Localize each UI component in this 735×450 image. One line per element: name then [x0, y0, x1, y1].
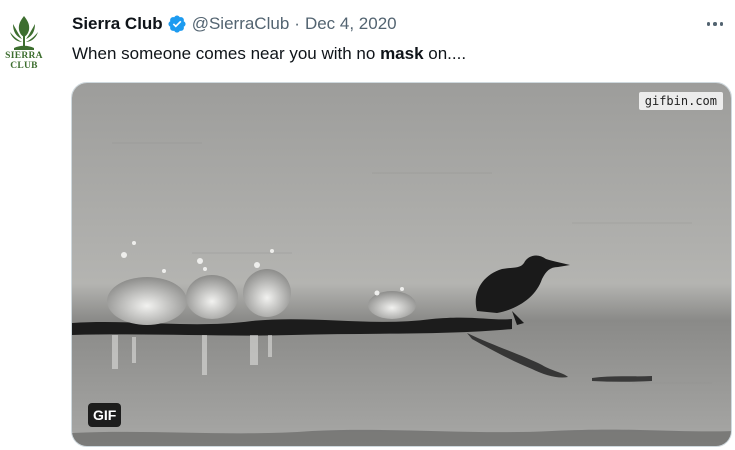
tweet-text-after: on....: [423, 44, 467, 63]
account-handle[interactable]: @SierraClub: [192, 14, 290, 34]
more-options-icon[interactable]: [702, 14, 728, 34]
logo-text-line1: SIERRA: [5, 51, 43, 61]
gif-badge[interactable]: GIF: [88, 403, 122, 427]
tweet-date[interactable]: Dec 4, 2020: [305, 14, 397, 34]
tweet-text-before: When someone comes near you with no: [72, 44, 381, 63]
logo-text-line2: CLUB: [10, 61, 38, 71]
tweet-text-bold: mask: [380, 44, 424, 63]
avatar[interactable]: SIERRA CLUB: [2, 12, 46, 74]
gif-watermark: gifbin.com: [638, 92, 723, 110]
gif-frame: [72, 83, 731, 446]
tweet-text: When someone comes near you with no mask…: [72, 42, 466, 66]
tweet-header: Sierra Club @SierraClub · Dec 4, 2020: [72, 12, 722, 36]
tweet-card[interactable]: SIERRA CLUB Sierra Club @SierraClub · De…: [0, 0, 735, 450]
verified-badge-icon: [168, 15, 186, 33]
sierra-club-tree-icon: [10, 16, 38, 50]
display-name[interactable]: Sierra Club: [72, 14, 163, 34]
separator-dot: ·: [294, 14, 300, 33]
gif-media[interactable]: gifbin.com GIF: [71, 82, 732, 447]
